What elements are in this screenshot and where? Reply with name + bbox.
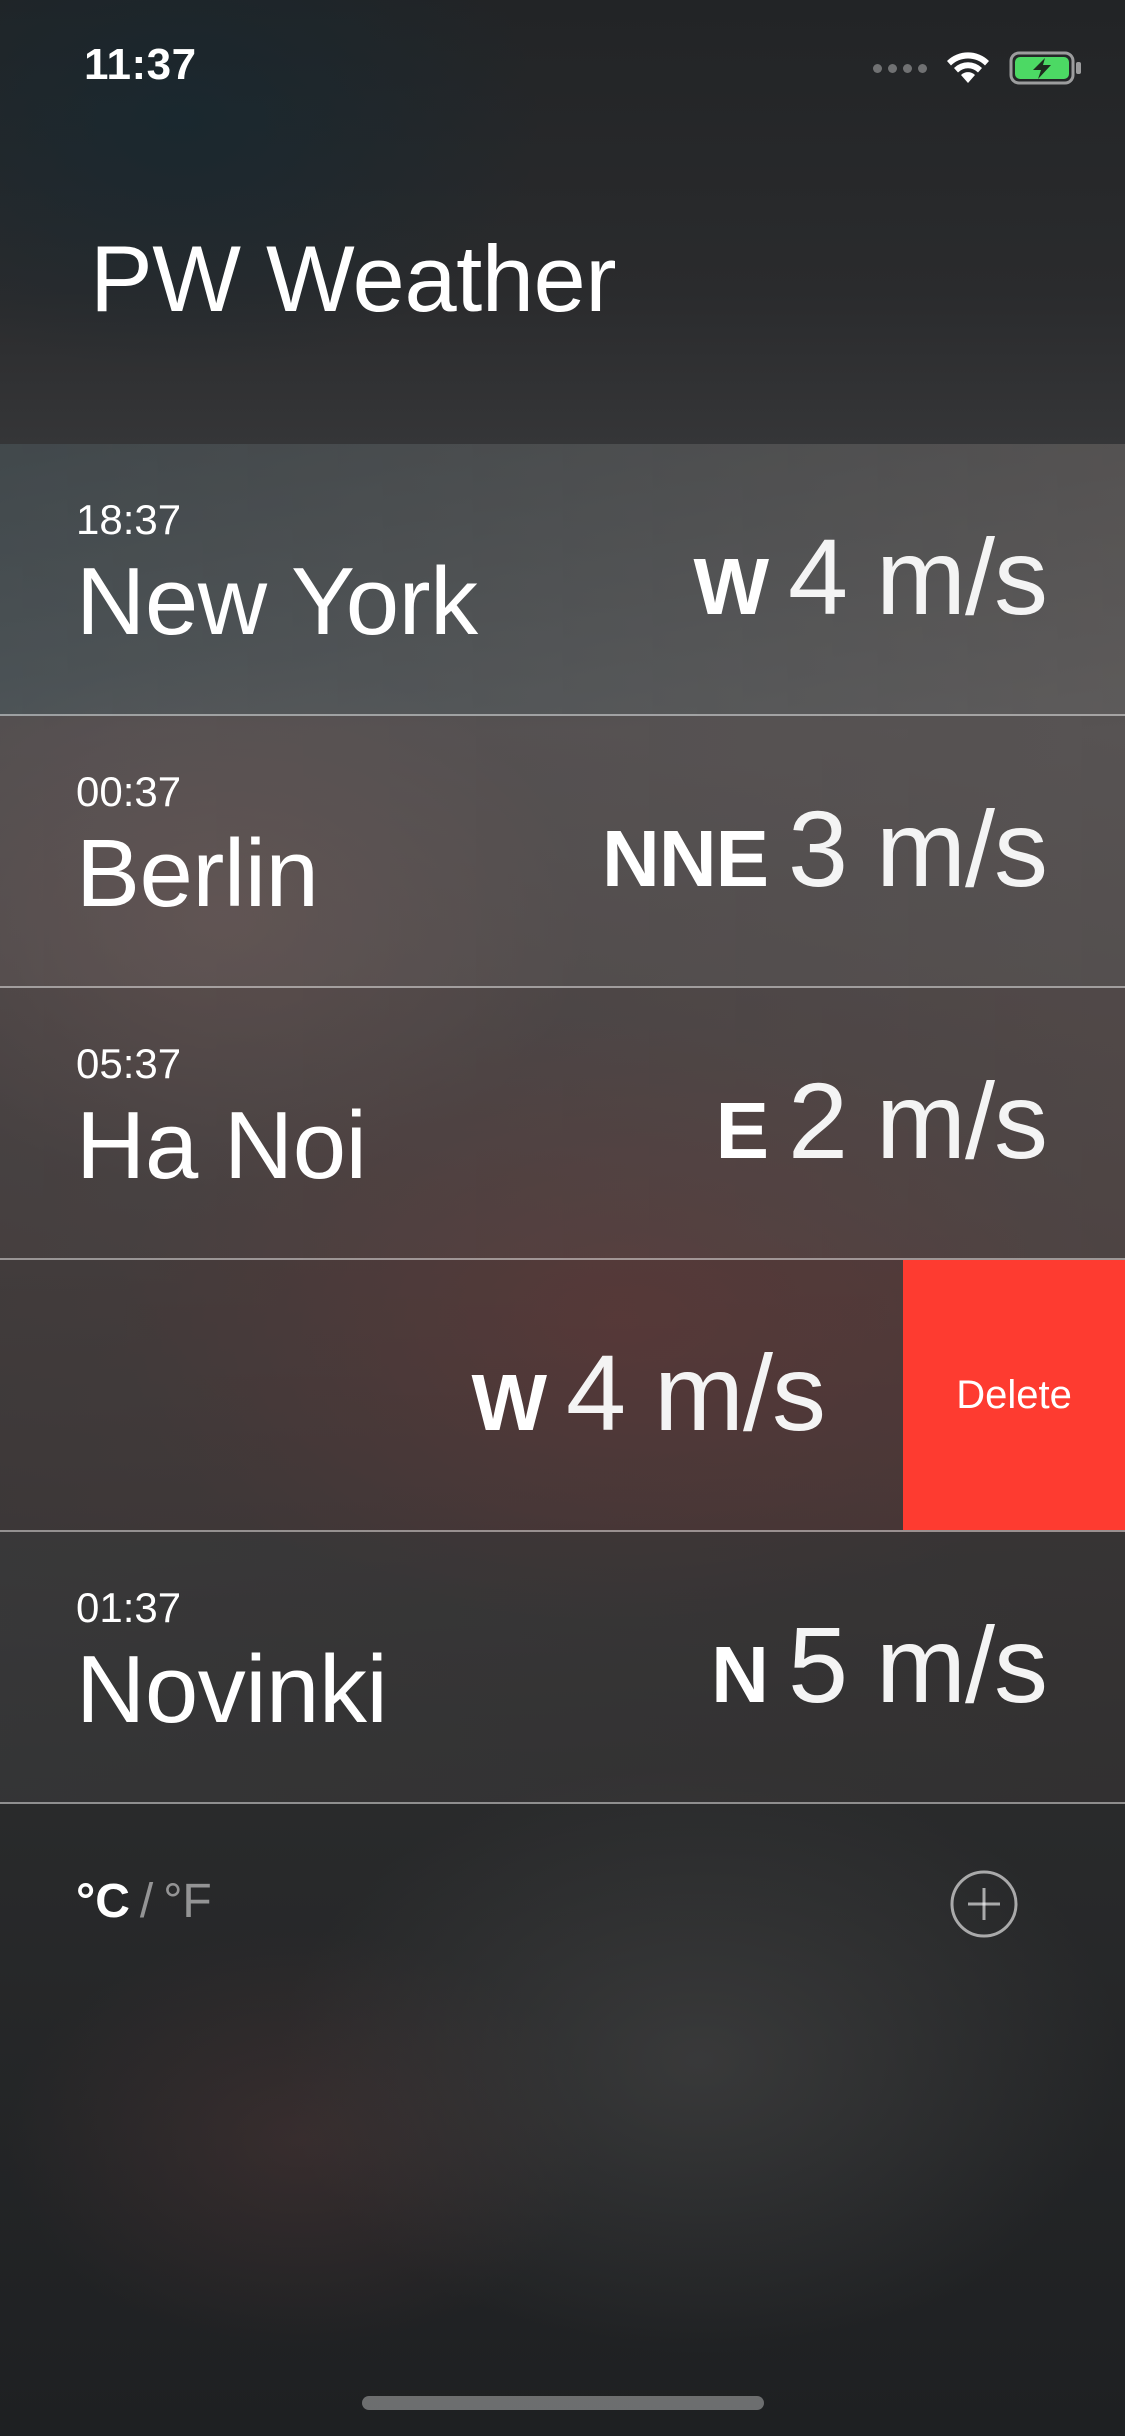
wind-info: E 2 m/s bbox=[715, 1058, 1048, 1183]
temperature-unit-toggle[interactable]: °C / °F bbox=[76, 1874, 212, 1929]
city-list: 18:37 New York W 4 m/s 00:37 Berlin NNE … bbox=[0, 444, 1125, 1804]
wind-info: NNE 3 m/s bbox=[602, 786, 1048, 911]
add-city-button[interactable] bbox=[948, 1868, 1020, 1940]
wind-speed: 5 m/s bbox=[787, 1604, 1048, 1725]
city-name: Novinki bbox=[76, 1636, 388, 1743]
city-name: Ha Noi bbox=[76, 1092, 367, 1199]
wind-info: W 4 m/s bbox=[471, 1330, 826, 1455]
city-name: New York bbox=[76, 548, 478, 655]
list-footer: °C / °F bbox=[0, 1804, 1125, 2004]
city-row[interactable]: 18:37 New York W 4 m/s bbox=[0, 444, 1125, 716]
city-local-time: 00:37 bbox=[76, 768, 182, 815]
wind-direction: W bbox=[471, 1358, 547, 1447]
status-time: 11:37 bbox=[84, 40, 197, 89]
wind-direction: W bbox=[693, 542, 769, 631]
wind-info: W 4 m/s bbox=[693, 514, 1048, 639]
wind-speed: 4 m/s bbox=[787, 516, 1048, 637]
wind-direction: NNE bbox=[602, 814, 769, 903]
city-local-time: 01:37 bbox=[76, 1584, 182, 1631]
city-local-time: 05:37 bbox=[76, 1040, 182, 1087]
wind-speed: 2 m/s bbox=[787, 1060, 1048, 1181]
delete-button[interactable]: Delete bbox=[903, 1260, 1125, 1530]
wind-direction: E bbox=[715, 1086, 769, 1175]
battery-charging-icon bbox=[1009, 51, 1081, 85]
city-local-time: 18:37 bbox=[76, 496, 182, 543]
city-name: Berlin bbox=[76, 820, 319, 927]
plus-circle-icon bbox=[950, 1870, 1018, 1938]
status-bar: 11:37 bbox=[0, 0, 1125, 140]
city-row[interactable]: 00:37 Berlin NNE 3 m/s bbox=[0, 716, 1125, 988]
city-row-swiped[interactable]: ndon W 4 m/s Delete bbox=[0, 1260, 1125, 1532]
city-row[interactable]: 01:37 Novinki N 5 m/s bbox=[0, 1532, 1125, 1804]
status-indicators bbox=[873, 50, 1083, 86]
wifi-icon bbox=[947, 52, 989, 83]
home-indicator[interactable] bbox=[362, 2396, 764, 2410]
page-title: PW Weather bbox=[90, 226, 617, 331]
cellular-signal-icon bbox=[873, 63, 927, 73]
wind-speed: 3 m/s bbox=[787, 788, 1048, 909]
unit-fahrenheit[interactable]: °F bbox=[163, 1874, 212, 1929]
wind-direction: N bbox=[711, 1630, 769, 1719]
city-row[interactable]: 05:37 Ha Noi E 2 m/s bbox=[0, 988, 1125, 1260]
unit-celsius[interactable]: °C bbox=[76, 1874, 130, 1929]
wind-speed: 4 m/s bbox=[565, 1332, 826, 1453]
unit-separator: / bbox=[139, 1875, 154, 1928]
wind-info: N 5 m/s bbox=[711, 1602, 1048, 1727]
